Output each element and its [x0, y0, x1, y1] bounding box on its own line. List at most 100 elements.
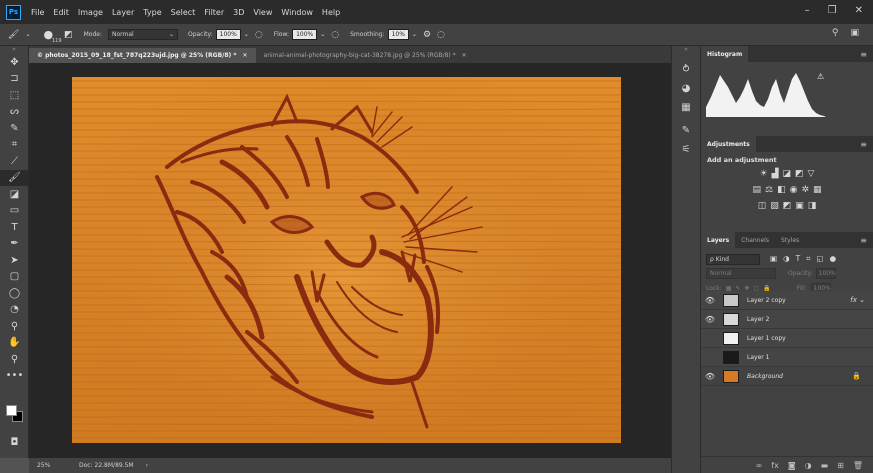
document-canvas[interactable]: [72, 77, 621, 443]
hue-saturation-icon[interactable]: ▤: [752, 185, 761, 195]
vibrance-icon[interactable]: ▽: [808, 169, 815, 179]
eraser-tool[interactable]: ◪: [0, 186, 29, 203]
hand-tool[interactable]: ✋: [0, 335, 29, 352]
layer-row[interactable]: 👁 Layer 2: [701, 310, 873, 329]
chevron-down-icon[interactable]: ⌄: [320, 31, 325, 38]
canvas-area[interactable]: [29, 63, 671, 458]
history-icon[interactable]: ⥁: [672, 60, 700, 79]
menu-select[interactable]: Select: [171, 8, 196, 17]
filter-toggle-icon[interactable]: ●: [830, 254, 837, 264]
menu-layer[interactable]: Layer: [112, 8, 134, 17]
color-lookup-icon[interactable]: ▦: [813, 185, 822, 195]
search-icon[interactable]: ⚲: [832, 28, 839, 38]
shape-filter-icon[interactable]: ⌗: [806, 254, 810, 264]
histogram-warning-icon[interactable]: ⚠: [817, 72, 824, 81]
add-mask-icon[interactable]: ◙: [788, 461, 796, 470]
properties-icon[interactable]: ⚟: [672, 140, 700, 159]
close-button[interactable]: ✕: [855, 5, 863, 16]
posterize-icon[interactable]: ▨: [770, 201, 779, 211]
adjustment-filter-icon[interactable]: ◑: [783, 254, 790, 264]
menu-window[interactable]: Window: [281, 8, 313, 17]
zoom-level[interactable]: 25%: [29, 462, 59, 469]
layer-name[interactable]: Layer 1 copy: [747, 335, 786, 342]
color-swatches[interactable]: [6, 405, 26, 425]
workspace-icon[interactable]: ▣: [850, 28, 859, 38]
foreground-color-swatch[interactable]: [6, 405, 17, 416]
panel-menu-icon[interactable]: ≡: [860, 236, 867, 245]
stamp-tool[interactable]: ⚲: [0, 318, 29, 335]
rectangle-tool[interactable]: ▢: [0, 269, 29, 286]
visibility-eye-icon[interactable]: 👁: [701, 315, 719, 324]
chevron-down-icon[interactable]: ⌄: [244, 31, 249, 38]
layer-name[interactable]: Layer 1: [747, 354, 769, 361]
swatches-icon[interactable]: ▦: [672, 98, 700, 117]
color-icon[interactable]: ◕: [672, 79, 700, 98]
tab-close-icon[interactable]: ✕: [243, 52, 248, 59]
layer-name[interactable]: Layer 2: [747, 316, 769, 323]
layer-name[interactable]: Layer 2 copy: [747, 297, 786, 304]
visibility-eye-icon[interactable]: 👁: [701, 296, 719, 305]
tab-close-icon[interactable]: ✕: [462, 52, 467, 59]
tab-histogram[interactable]: Histogram: [701, 46, 749, 62]
new-adjustment-icon[interactable]: ◑: [805, 461, 812, 470]
airbrush-icon[interactable]: ◌: [331, 30, 339, 40]
gradient-map-icon[interactable]: ▣: [795, 201, 804, 211]
menu-type[interactable]: Type: [143, 8, 161, 17]
menu-help[interactable]: Help: [322, 8, 340, 17]
brush-settings-icon[interactable]: ◩: [64, 30, 73, 40]
restore-button[interactable]: ❐: [828, 5, 837, 16]
layer-row[interactable]: 👁 Layer 1: [701, 348, 873, 367]
selective-color-icon[interactable]: ◨: [808, 201, 817, 211]
tab-photos-document[interactable]: © photos_2015_09_18_fst_787q223ujd.jpg @…: [29, 48, 256, 63]
tab-layers[interactable]: Layers: [701, 232, 736, 248]
path-select-tool[interactable]: ➤: [0, 252, 29, 269]
status-menu-arrow-icon[interactable]: ›: [146, 462, 148, 469]
pixel-filter-icon[interactable]: ▣: [770, 254, 777, 264]
zoom-tool[interactable]: ⚲: [0, 351, 29, 368]
pen-tool[interactable]: ✒: [0, 236, 29, 253]
marquee-tool[interactable]: ⬚: [0, 87, 29, 104]
photo-filter-icon[interactable]: ◉: [790, 185, 798, 195]
tab-styles[interactable]: Styles: [775, 232, 805, 248]
pressure-opacity-icon[interactable]: ◌: [255, 30, 263, 40]
tab-big-cat-document[interactable]: animal-animal-photography-big-cat-38278.…: [255, 48, 475, 63]
type-tool[interactable]: T: [0, 219, 29, 236]
visibility-eye-icon[interactable]: 👁: [701, 372, 719, 381]
quick-mask-icon[interactable]: ◘: [0, 434, 29, 451]
curves-icon[interactable]: ◪: [783, 169, 792, 179]
smart-object-filter-icon[interactable]: ◱: [816, 254, 823, 264]
brush-tool[interactable]: 🖌: [0, 169, 29, 186]
blur-tool[interactable]: ◯: [0, 285, 29, 302]
layer-kind-filter[interactable]: ρ Kind: [706, 253, 760, 265]
menu-filter[interactable]: Filter: [204, 8, 224, 17]
crop-tool[interactable]: ⌗: [0, 137, 29, 154]
move-tool[interactable]: ✥: [0, 54, 29, 71]
menu-edit[interactable]: Edit: [53, 8, 69, 17]
layer-row[interactable]: 👁 Layer 2 copy fx ⌄: [701, 291, 873, 310]
brush-presets-icon[interactable]: ✎: [672, 121, 700, 140]
panel-menu-icon[interactable]: ≡: [860, 50, 867, 59]
blend-mode-select[interactable]: Normal: [706, 268, 776, 279]
visibility-eye-icon[interactable]: 👁: [701, 353, 719, 362]
minimize-button[interactable]: –: [805, 5, 810, 16]
menu-file[interactable]: File: [31, 8, 44, 17]
layer-name[interactable]: Background: [747, 373, 783, 380]
brush-tool-preset-icon[interactable]: 🖌: [8, 30, 19, 40]
dock-grip[interactable]: «: [672, 46, 700, 54]
menu-view[interactable]: View: [253, 8, 272, 17]
layer-opacity-field[interactable]: 100%: [815, 268, 836, 279]
tab-adjustments[interactable]: Adjustments: [701, 136, 756, 152]
mode-select[interactable]: Normal ⌄: [107, 29, 178, 40]
quick-select-tool[interactable]: ✎: [0, 120, 29, 137]
layer-row[interactable]: 👁 Layer 1 copy: [701, 329, 873, 348]
channel-mixer-icon[interactable]: ✲: [801, 185, 809, 195]
opacity-field[interactable]: 100%: [215, 29, 241, 40]
link-layers-icon[interactable]: ∞: [756, 461, 763, 470]
layer-effects-icon[interactable]: fx ⌄: [850, 296, 865, 304]
flow-field[interactable]: 100%: [292, 29, 318, 40]
visibility-eye-icon[interactable]: 👁: [701, 334, 719, 343]
gradient-tool[interactable]: ▭: [0, 203, 29, 220]
smoothing-field[interactable]: 10%: [387, 29, 409, 40]
trash-icon[interactable]: 🗑: [853, 461, 863, 470]
chevron-down-icon[interactable]: ⌄: [25, 31, 30, 38]
